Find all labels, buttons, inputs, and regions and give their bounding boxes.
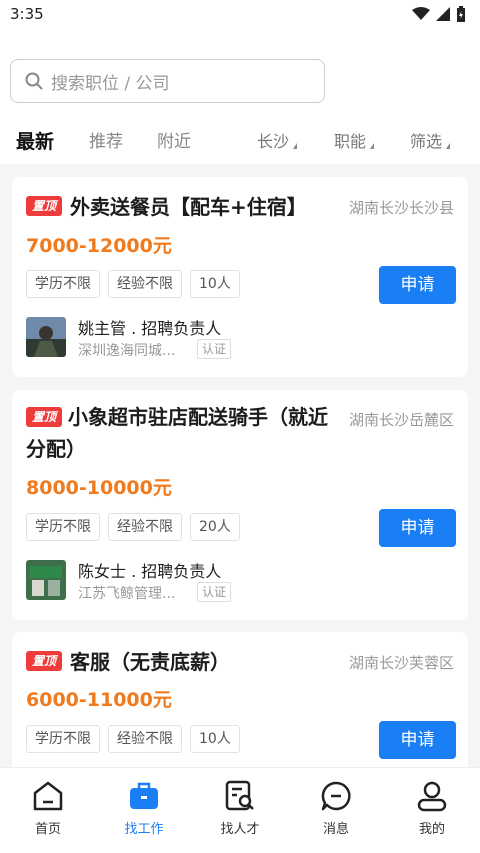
nav-talent-label: 找人才	[220, 822, 260, 837]
tag-education: 学历不限	[26, 270, 100, 298]
status-time: 3:35	[10, 5, 44, 23]
job-salary: 8000-10000元	[26, 477, 172, 499]
pinned-badge: 置顶	[26, 651, 62, 671]
avatar[interactable]	[26, 317, 66, 357]
job-tags: 学历不限 经验不限 10人	[26, 270, 240, 298]
dropdown-arrow-icon	[370, 143, 375, 149]
job-title-text: 小象超市驻店配送骑手（就近分配）	[26, 405, 328, 461]
tab-nearby[interactable]: 附近	[157, 124, 191, 160]
nav-home[interactable]: 首页	[8, 778, 88, 837]
nav-profile[interactable]: 我的	[392, 778, 472, 837]
dropdown-arrow-icon	[293, 143, 298, 149]
filter-more[interactable]: 筛选	[410, 124, 451, 160]
search-input[interactable]: 搜索职位 / 公司	[10, 59, 325, 103]
verified-badge: 认证	[197, 582, 232, 602]
nav-talent[interactable]: 找人才	[200, 778, 280, 837]
header: 搜索职位 / 公司 最新 推荐 附近 长沙 职能 筛选	[0, 28, 480, 164]
verified-badge: 认证	[197, 339, 232, 359]
home-icon	[33, 781, 63, 811]
tag-experience: 经验不限	[108, 270, 182, 298]
tag-headcount: 10人	[190, 725, 240, 753]
search-icon	[25, 72, 43, 90]
apply-button[interactable]: 申请	[379, 509, 456, 547]
message-icon	[321, 781, 351, 811]
job-tags: 学历不限 经验不限 10人	[26, 725, 240, 753]
apply-button[interactable]: 申请	[379, 266, 456, 304]
tag-education: 学历不限	[26, 725, 100, 753]
tab-recommended[interactable]: 推荐	[89, 124, 123, 160]
job-title[interactable]: 外卖送餐员【配车+住宿】	[70, 191, 307, 223]
job-location: 湖南长沙长沙县	[348, 199, 454, 217]
nav-messages-label: 消息	[322, 822, 349, 837]
nav-messages[interactable]: 消息	[296, 778, 376, 837]
nav-profile-label: 我的	[418, 822, 445, 837]
job-card[interactable]: 置顶 小象超市驻店配送骑手（就近分配） 湖南长沙岳麓区 8000-10000元 …	[12, 390, 468, 620]
filter-city-label: 长沙	[257, 132, 290, 151]
filter-function[interactable]: 职能	[334, 124, 375, 160]
pinned-badge: 置顶	[26, 196, 62, 216]
status-bar: 3:35	[0, 0, 480, 28]
nav-jobs-label: 找工作	[124, 822, 164, 837]
bottom-nav: 首页 找工作 找人才 消息 我的	[0, 767, 480, 853]
job-location: 湖南长沙芙蓉区	[348, 654, 454, 672]
tab-latest[interactable]: 最新	[16, 124, 54, 160]
filter-function-label: 职能	[334, 132, 367, 151]
job-title[interactable]: 客服（无责底薪）	[70, 646, 230, 678]
wifi-icon	[412, 7, 430, 20]
job-card[interactable]: 置顶 客服（无责底薪） 湖南长沙芙蓉区 6000-11000元 学历不限 经验不…	[12, 632, 468, 772]
nav-home-label: 首页	[34, 822, 61, 837]
dropdown-arrow-icon	[446, 143, 451, 149]
resume-search-icon	[225, 780, 254, 811]
company-name: 江苏飞鲸管理...	[78, 586, 176, 602]
battery-icon	[457, 6, 465, 22]
tag-experience: 经验不限	[108, 513, 182, 541]
job-card[interactable]: 置顶 外卖送餐员【配车+住宿】 湖南长沙长沙县 7000-12000元 学历不限…	[12, 177, 468, 377]
recruiter-name: 姚主管 . 招聘负责人	[78, 319, 222, 338]
job-location: 湖南长沙岳麓区	[348, 411, 454, 429]
job-tags: 学历不限 经验不限 20人	[26, 513, 240, 541]
tag-education: 学历不限	[26, 513, 100, 541]
filter-city[interactable]: 长沙	[257, 124, 298, 160]
tag-experience: 经验不限	[108, 725, 182, 753]
tag-headcount: 10人	[190, 270, 240, 298]
nav-jobs[interactable]: 找工作	[104, 778, 184, 837]
job-title[interactable]: 小象超市驻店配送骑手（就近分配）	[26, 401, 336, 465]
search-placeholder: 搜索职位 / 公司	[51, 73, 170, 94]
recruiter-name: 陈女士 . 招聘负责人	[78, 562, 222, 581]
briefcase-icon	[130, 782, 158, 809]
job-salary: 6000-11000元	[26, 689, 172, 711]
tab-bar: 最新 推荐 附近 长沙 职能 筛选	[0, 124, 480, 160]
signal-icon	[436, 7, 450, 21]
company-name: 深圳逸海同城...	[78, 343, 176, 359]
profile-icon	[417, 781, 447, 812]
filter-more-label: 筛选	[410, 132, 443, 151]
apply-button[interactable]: 申请	[379, 721, 456, 759]
avatar[interactable]	[26, 560, 66, 600]
job-salary: 7000-12000元	[26, 235, 172, 257]
tag-headcount: 20人	[190, 513, 240, 541]
